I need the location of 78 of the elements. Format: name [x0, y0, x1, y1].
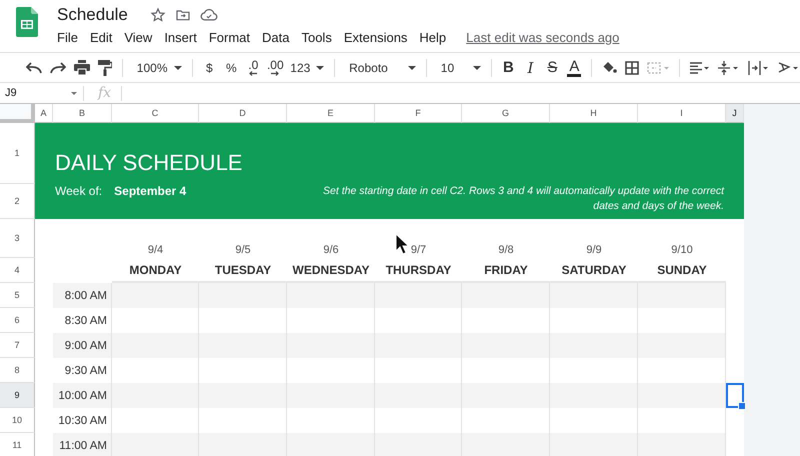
date-label: 9/8	[498, 244, 514, 256]
text-style-button[interactable]: A	[567, 58, 582, 76]
column-header[interactable]: C	[112, 104, 199, 123]
menu-item[interactable]: View	[124, 30, 152, 44]
row-header[interactable]: 5	[0, 283, 35, 308]
column-header[interactable]: D	[199, 104, 287, 123]
column-header[interactable]: G	[462, 104, 550, 123]
print-icon[interactable]	[74, 60, 90, 75]
row-header[interactable]: 7	[0, 333, 35, 358]
row-header[interactable]: 4	[0, 258, 35, 283]
column-header[interactable]: I	[638, 104, 726, 123]
time-cell: 11:00 AM	[53, 433, 112, 456]
last-edit-link[interactable]: Last edit was seconds ago	[466, 30, 620, 44]
left-arrow-icon	[249, 71, 258, 76]
date-label: 9/7	[410, 244, 426, 256]
date-label: 9/5	[235, 244, 251, 256]
align-left-icon[interactable]	[690, 62, 710, 74]
row-header[interactable]: 8	[0, 358, 35, 383]
fill-handle[interactable]	[738, 402, 746, 410]
row-header[interactable]: 1	[0, 123, 35, 184]
number-format-button[interactable]: $	[202, 62, 216, 74]
text-wrap-icon[interactable]	[748, 60, 770, 74]
text-style-button[interactable]: I	[523, 58, 538, 76]
name-box[interactable]: J9	[0, 86, 84, 100]
menu-item[interactable]: Edit	[90, 30, 112, 44]
date-label: 9/4	[148, 244, 164, 256]
text-style-button[interactable]: B	[501, 59, 516, 76]
number-format-button[interactable]: %	[224, 62, 238, 74]
date-label: 9/6	[323, 244, 339, 256]
time-cell: 10:00 AM	[53, 383, 112, 408]
spreadsheet-logo-icon[interactable]	[16, 7, 38, 37]
row-header[interactable]: 2	[0, 184, 35, 219]
menu-item[interactable]: Data	[262, 30, 290, 44]
menu-item[interactable]: Insert	[164, 30, 197, 44]
row-header[interactable]: 10	[0, 408, 35, 433]
more-formats-dropdown[interactable]: 123	[290, 60, 324, 74]
time-cell: 9:00 AM	[53, 333, 112, 358]
undo-icon[interactable]	[26, 62, 42, 74]
row-header[interactable]: 3	[0, 219, 35, 258]
font-dropdown[interactable]: Roboto	[345, 60, 416, 74]
row-header[interactable]: 9	[0, 383, 35, 408]
number-format-button[interactable]: .0	[246, 59, 260, 76]
document-title[interactable]: Schedule	[57, 5, 128, 25]
text-rotation-icon[interactable]	[778, 60, 800, 74]
week-date: September 4	[114, 184, 186, 198]
number-format-button[interactable]: .00	[268, 59, 282, 76]
instruction-note: Set the starting date in cell C2. Rows 3 and 4 will automatically update with the correct dates and days of the week.	[322, 184, 724, 214]
vertical-align-icon[interactable]	[718, 60, 740, 74]
column-header[interactable]: F	[375, 104, 462, 123]
cloud-check-icon[interactable]	[200, 7, 218, 23]
week-label: Week of:	[55, 184, 102, 198]
mouse-cursor-icon	[395, 233, 409, 255]
schedule-title: DAILY SCHEDULE	[55, 150, 244, 176]
menu-item[interactable]: Extensions	[344, 30, 408, 44]
column-header[interactable]: J	[726, 104, 744, 123]
date-label: 9/10	[671, 244, 693, 256]
zoom-dropdown[interactable]: 100%	[132, 60, 182, 74]
formula-icon: fx	[98, 85, 112, 101]
right-arrow-icon	[271, 71, 280, 76]
column-header[interactable]: A	[35, 104, 53, 123]
redo-icon[interactable]	[50, 62, 66, 74]
star-icon[interactable]	[150, 7, 166, 23]
date-label: 9/9	[586, 244, 602, 256]
selected-cell[interactable]	[726, 383, 744, 408]
menu-item[interactable]: Help	[419, 30, 446, 44]
time-cell: 8:00 AM	[53, 283, 112, 308]
row-header[interactable]: 6	[0, 308, 35, 333]
borders-icon[interactable]	[625, 60, 640, 74]
menu-item[interactable]: Format	[208, 30, 250, 44]
fill-color-icon[interactable]	[602, 60, 618, 74]
column-header[interactable]: H	[550, 104, 638, 123]
font-size-dropdown[interactable]: 10	[436, 60, 481, 74]
text-style-button[interactable]: S	[545, 59, 560, 76]
column-header[interactable]: E	[287, 104, 375, 123]
paint-format-icon[interactable]	[98, 60, 112, 76]
column-header[interactable]: B	[53, 104, 112, 123]
menu-item[interactable]: Tools	[301, 30, 332, 44]
menu-item[interactable]: File	[57, 30, 78, 44]
